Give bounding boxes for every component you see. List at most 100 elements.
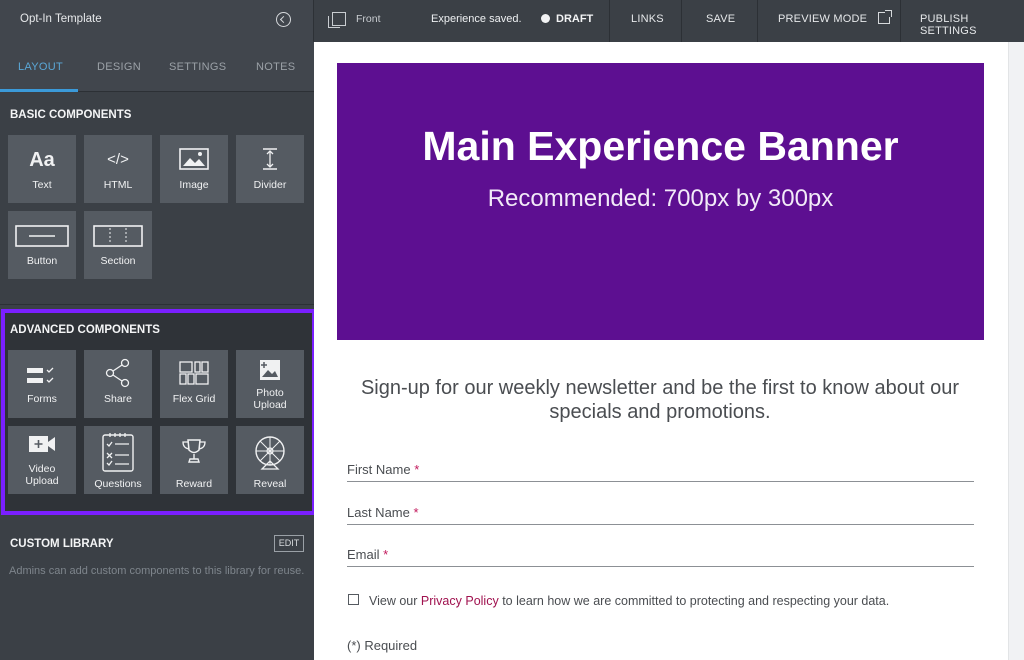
draft-badge: DRAFT	[556, 13, 594, 25]
section-icon	[84, 225, 152, 252]
toolbar-divider	[757, 0, 758, 42]
component-photo-upload[interactable]: Photo Upload	[236, 350, 304, 418]
component-label: Questions	[94, 478, 142, 490]
component-label: Reveal	[253, 478, 287, 490]
custom-library-title: CUSTOM LIBRARY	[10, 538, 114, 550]
component-label: Text	[32, 179, 52, 191]
banner-title: Main Experience Banner	[422, 123, 899, 169]
required-marker: *	[414, 462, 420, 477]
image-icon	[160, 148, 228, 175]
video-upload-icon	[8, 434, 76, 459]
privacy-text-before: View our	[369, 594, 418, 608]
component-label: Section	[100, 255, 136, 267]
links-button[interactable]: LINKS	[631, 13, 664, 25]
component-label: Image	[179, 179, 209, 191]
preview-mode-button[interactable]: PREVIEW MODE	[778, 13, 867, 25]
flex-grid-icon	[160, 361, 228, 390]
component-html[interactable]: </> HTML	[84, 135, 152, 203]
banner-subtitle: Recommended: 700px by 300px	[487, 185, 834, 212]
component-image[interactable]: Image	[160, 135, 228, 203]
component-section[interactable]: Section	[84, 211, 152, 279]
toolbar-divider	[900, 0, 901, 42]
save-status: Experience saved.	[431, 13, 522, 25]
save-button[interactable]: SAVE	[706, 13, 735, 25]
questions-icon	[84, 432, 152, 477]
experience-page: Main Experience Banner Recommended: 700p…	[314, 42, 1008, 660]
component-divider[interactable]: Divider	[236, 135, 304, 203]
required-note: (*) Required	[347, 638, 418, 653]
component-label: HTML	[103, 179, 133, 191]
component-reveal[interactable]: Reveal	[236, 426, 304, 494]
tab-layout[interactable]: LAYOUT	[18, 61, 63, 73]
email-label: Email	[347, 547, 380, 562]
last-name-field[interactable]: Last Name *	[347, 503, 974, 525]
field-label: First Name *	[347, 462, 419, 477]
button-icon	[8, 225, 76, 252]
front-copy-icon[interactable]	[328, 12, 346, 28]
toolbar-divider	[609, 0, 610, 42]
divider-icon	[236, 147, 304, 176]
tab-design[interactable]: DESIGN	[97, 61, 141, 73]
front-label[interactable]: Front	[356, 13, 381, 25]
tab-notes[interactable]: NOTES	[256, 61, 295, 73]
tab-settings[interactable]: SETTINGS	[169, 61, 226, 73]
newsletter-headline[interactable]: Sign-up for our weekly newsletter and be…	[344, 376, 976, 424]
component-reward[interactable]: Reward	[160, 426, 228, 494]
advanced-components-title: ADVANCED COMPONENTS	[10, 324, 160, 336]
component-video-upload[interactable]: Video Upload	[8, 426, 76, 494]
last-name-label: Last Name	[347, 505, 410, 520]
photo-upload-icon	[236, 358, 304, 387]
component-label: Flex Grid	[172, 393, 216, 405]
trophy-icon	[160, 438, 228, 471]
component-button[interactable]: Button	[8, 211, 76, 279]
component-label: Reward	[175, 478, 213, 490]
prize-wheel-icon	[236, 435, 304, 476]
component-share[interactable]: Share	[84, 350, 152, 418]
privacy-text-after: to learn how we are committed to protect…	[502, 594, 890, 608]
editor-canvas: Main Experience Banner Recommended: 700p…	[314, 42, 1024, 660]
forms-icon	[8, 366, 76, 391]
field-label: Last Name *	[347, 505, 419, 520]
template-header: Opt-In Template	[0, 0, 314, 42]
active-tab-indicator	[0, 89, 78, 92]
basic-components-title: BASIC COMPONENTS	[10, 109, 132, 121]
text-icon: Aa	[29, 149, 55, 171]
component-label-line1: Video	[28, 463, 56, 475]
code-icon: </>	[107, 151, 129, 168]
component-label-line1: Photo	[256, 387, 284, 399]
component-label-line2: Upload	[25, 475, 59, 487]
required-marker: *	[383, 547, 389, 562]
first-name-label: First Name	[347, 462, 411, 477]
first-name-field[interactable]: First Name *	[347, 460, 974, 482]
section-divider	[0, 304, 314, 305]
toolbar-divider	[681, 0, 682, 42]
sidebar-tabs: LAYOUT DESIGN SETTINGS NOTES	[0, 42, 314, 92]
component-questions[interactable]: Questions	[84, 426, 152, 494]
edit-library-button[interactable]: EDIT	[274, 535, 304, 552]
component-label: Forms	[27, 393, 57, 405]
component-label: Button	[26, 255, 58, 267]
privacy-checkbox[interactable]	[348, 594, 359, 605]
draft-dot-icon	[541, 14, 550, 23]
share-icon	[84, 358, 152, 393]
email-field[interactable]: Email *	[347, 545, 974, 567]
privacy-policy-link[interactable]: Privacy Policy	[421, 594, 499, 608]
field-label: Email *	[347, 547, 388, 562]
required-marker: *	[413, 505, 419, 520]
custom-library-description: Admins can add custom components to this…	[9, 565, 305, 577]
top-toolbar: Opt-In Template Front Experience saved. …	[0, 0, 1024, 42]
privacy-consent-text: View our Privacy Policy to learn how we …	[369, 594, 889, 608]
component-label: Divider	[253, 179, 287, 191]
component-label-line2: Upload	[253, 399, 287, 411]
publish-settings-button[interactable]: PUBLISH SETTINGS	[920, 13, 1024, 37]
template-name: Opt-In Template	[20, 13, 102, 25]
component-forms[interactable]: Forms	[8, 350, 76, 418]
components-sidebar: LAYOUT DESIGN SETTINGS NOTES BASIC COMPO…	[0, 42, 316, 660]
back-circle-icon[interactable]	[276, 12, 291, 27]
canvas-scrollbar[interactable]	[1008, 42, 1024, 660]
component-flex-grid[interactable]: Flex Grid	[160, 350, 228, 418]
external-link-icon[interactable]	[878, 10, 892, 24]
main-banner[interactable]: Main Experience Banner Recommended: 700p…	[337, 63, 984, 340]
component-label: Share	[103, 393, 133, 405]
component-text[interactable]: Aa Text	[8, 135, 76, 203]
